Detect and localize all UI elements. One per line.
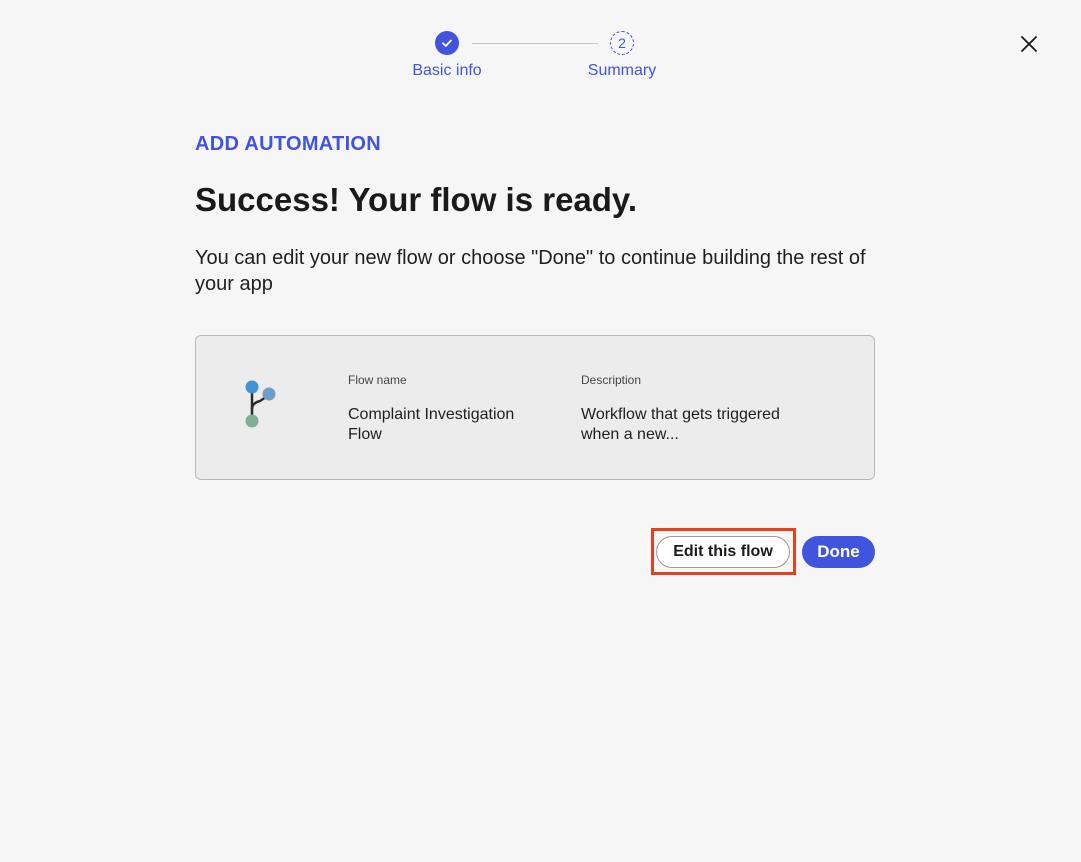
- step-basic-info-label: Basic info: [412, 62, 482, 79]
- flow-branch-icon: [245, 380, 276, 428]
- flow-description-field: Description Workflow that gets triggered…: [581, 373, 781, 445]
- flow-description-value: Workflow that gets triggered when a new.…: [581, 406, 780, 443]
- edit-this-flow-button[interactable]: Edit this flow: [656, 536, 790, 568]
- check-icon: [435, 31, 459, 55]
- dialog-description: You can edit your new flow or choose "Do…: [195, 247, 866, 295]
- add-automation-dialog: Basic info 2 Summary ADD AUTOMATION Succ…: [0, 0, 1081, 862]
- flow-summary-card: Flow name Complaint Investigation Flow D…: [195, 335, 875, 480]
- flow-name-value: Complaint Investigation Flow: [348, 406, 515, 443]
- flow-name-field: Flow name Complaint Investigation Flow: [348, 373, 538, 445]
- step-number-badge: 2: [610, 31, 634, 55]
- step-summary[interactable]: 2 Summary: [572, 31, 672, 80]
- wizard-stepper: Basic info 2 Summary: [0, 31, 1081, 91]
- close-icon: [1021, 36, 1037, 52]
- dialog-eyebrow: ADD AUTOMATION: [195, 133, 382, 155]
- flow-description-label: Description: [581, 373, 642, 387]
- close-button[interactable]: [1015, 30, 1043, 58]
- flow-name-label: Flow name: [348, 373, 407, 387]
- page-title: Success! Your flow is ready.: [195, 181, 638, 218]
- step-basic-info[interactable]: Basic info: [397, 31, 497, 80]
- done-button[interactable]: Done: [802, 536, 875, 568]
- step-summary-label: Summary: [587, 62, 657, 79]
